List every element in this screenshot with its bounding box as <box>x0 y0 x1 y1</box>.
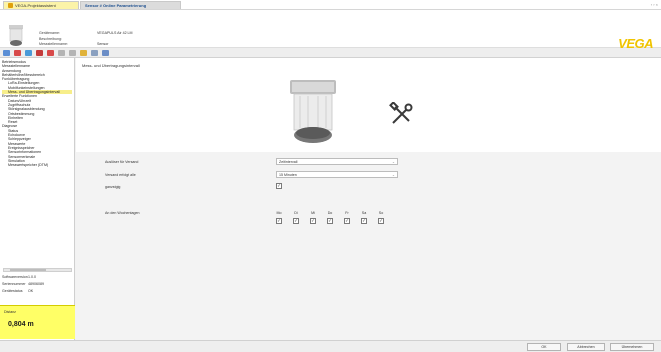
help-icon[interactable] <box>102 49 109 56</box>
device-info: Softwareversion 1.0.0 Seriennummer 4890608… <box>0 274 75 294</box>
day-checkbox[interactable]: ✓ <box>361 218 367 224</box>
tree-horizontal-scrollbar[interactable] <box>3 268 72 272</box>
chevron-down-icon: ⌄ <box>391 160 395 164</box>
info-key: Seriennummer <box>2 281 26 286</box>
window-controls[interactable]: ‹ › × <box>651 2 658 7</box>
header-values: VEGAPULS Air 42 LM Sensor <box>97 31 133 48</box>
tools-wrench-icon <box>389 102 413 124</box>
trigger-select[interactable]: Zeitintervall ⌄ <box>276 158 398 165</box>
device-header: Gerätename: Beschreibung: Messstellennam… <box>0 10 661 51</box>
settings-form: Auslöser für Versand Zeitintervall ⌄ Ver… <box>76 152 661 340</box>
apply-button[interactable]: Übernehmen <box>610 343 654 351</box>
info-key: Softwareversion <box>2 275 28 279</box>
connect-icon[interactable] <box>14 49 21 56</box>
distance-panel: Distanz 0,804 m <box>0 305 75 339</box>
tab-bar: VEGA-Projektassistent Sensor # Online Pa… <box>0 0 661 10</box>
day-checkbox[interactable]: ✓ <box>344 218 350 224</box>
trigger-select-value: Zeitintervall <box>279 159 298 164</box>
day-label: Mi <box>311 211 315 215</box>
dialog-footer: OK Abbrechen Übernehmen <box>0 340 661 352</box>
distance-label: Distanz <box>4 310 16 314</box>
stop-icon[interactable] <box>47 49 54 56</box>
weekdays-label: An den Wochentagen <box>105 211 140 215</box>
sensor-image-icon <box>290 80 336 143</box>
header-labels: Gerätename: Beschreibung: Messstellennam… <box>39 31 68 48</box>
navigation-sidebar: Betriebsmodus Messstellenname Anwendung … <box>0 58 75 344</box>
day-checkbox[interactable]: ✓ <box>276 218 282 224</box>
interval-select-value: 15 Minuten <box>279 172 297 177</box>
parameter-tree: Betriebsmodus Messstellenname Anwendung … <box>0 58 74 169</box>
distance-value: 0,804 m <box>8 321 34 328</box>
interval-select[interactable]: 15 Minuten ⌄ <box>276 171 398 178</box>
load-icon[interactable] <box>58 49 65 56</box>
tab-online-parametrization[interactable]: Sensor # Online Parametrierung <box>80 1 181 9</box>
sensor-banner <box>76 68 661 152</box>
folder-icon[interactable] <box>80 49 87 56</box>
tag-value: Sensor <box>97 42 109 46</box>
ok-button[interactable]: OK <box>527 343 561 351</box>
project-icon <box>8 3 13 8</box>
day-label: Fr <box>345 211 349 215</box>
device-menu-icon[interactable] <box>3 49 10 56</box>
hourly-checkbox[interactable]: ✓ <box>276 183 282 189</box>
tab-label: Sensor # Online Parametrierung <box>85 3 147 8</box>
trigger-label: Auslöser für Versand <box>105 160 139 164</box>
info-value: 48906089 <box>28 281 44 286</box>
store-icon[interactable] <box>69 49 76 56</box>
day-checkbox[interactable]: ✓ <box>293 218 299 224</box>
info-value: 1.0.0 <box>28 275 36 279</box>
scrollbar-thumb[interactable] <box>10 269 46 271</box>
day-label: Di <box>294 211 298 215</box>
tag-label: Messstellenname: <box>39 42 68 46</box>
day-checkbox[interactable]: ✓ <box>310 218 316 224</box>
day-label: Mo <box>276 211 282 215</box>
device-name-value: VEGAPULS Air 42 LM <box>97 31 133 35</box>
chevron-down-icon: ⌄ <box>391 173 395 177</box>
day-checkbox[interactable]: ✓ <box>378 218 384 224</box>
info-key: Gerätestatus <box>2 288 23 293</box>
day-checkbox[interactable]: ✓ <box>327 218 333 224</box>
sensor-thumbnail-icon <box>9 25 23 46</box>
tree-item[interactable]: Messwertspeicher (DTM) <box>2 163 72 167</box>
main-panel: Mess- und Übertragungsintervall Auslöser… <box>76 58 661 340</box>
cancel-button[interactable]: Abbrechen <box>567 343 605 351</box>
tab-project-assistant[interactable]: VEGA-Projektassistent <box>3 1 79 9</box>
info-value: OK <box>28 288 34 293</box>
tab-label: VEGA-Projektassistent <box>15 3 56 8</box>
hourly-label: ganzstgig <box>105 185 121 189</box>
toolbar <box>0 48 661 58</box>
tools-icon[interactable] <box>25 49 32 56</box>
interval-label: Versand erfolgt alle <box>105 173 136 177</box>
disconnect-icon[interactable] <box>36 49 43 56</box>
day-label: Sa <box>361 211 367 215</box>
day-label: So <box>378 211 384 215</box>
report-icon[interactable] <box>91 49 98 56</box>
day-label: Do <box>327 211 333 215</box>
